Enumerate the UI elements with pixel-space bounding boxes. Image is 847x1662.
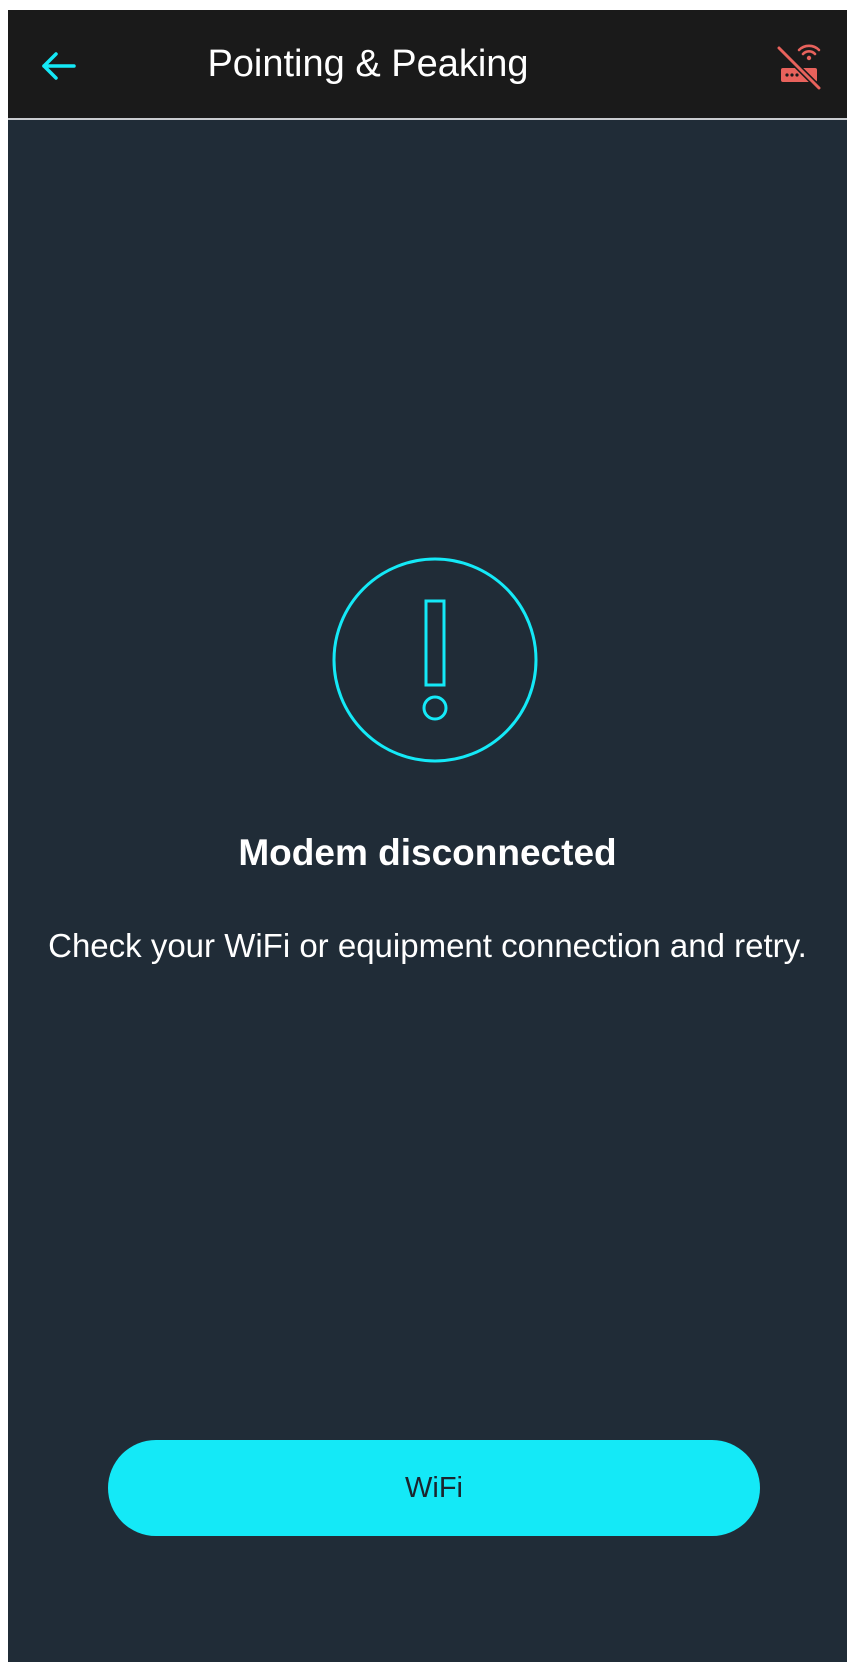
arrow-left-icon <box>42 52 76 80</box>
status-heading: Modem disconnected <box>238 832 617 873</box>
screen: Pointing & Peaking Modem disconnected Ch… <box>8 10 847 1662</box>
router-wifi-off-icon <box>776 44 822 90</box>
page-title: Pointing & Peaking <box>207 42 529 85</box>
back-button[interactable] <box>30 38 86 94</box>
status-message: Check your WiFi or equipment connection … <box>48 927 807 964</box>
alert-circle-icon <box>332 557 538 763</box>
modem-status-button[interactable] <box>769 36 829 96</box>
wifi-button[interactable]: WiFi <box>108 1440 760 1536</box>
app-bar: Pointing & Peaking <box>8 10 847 120</box>
